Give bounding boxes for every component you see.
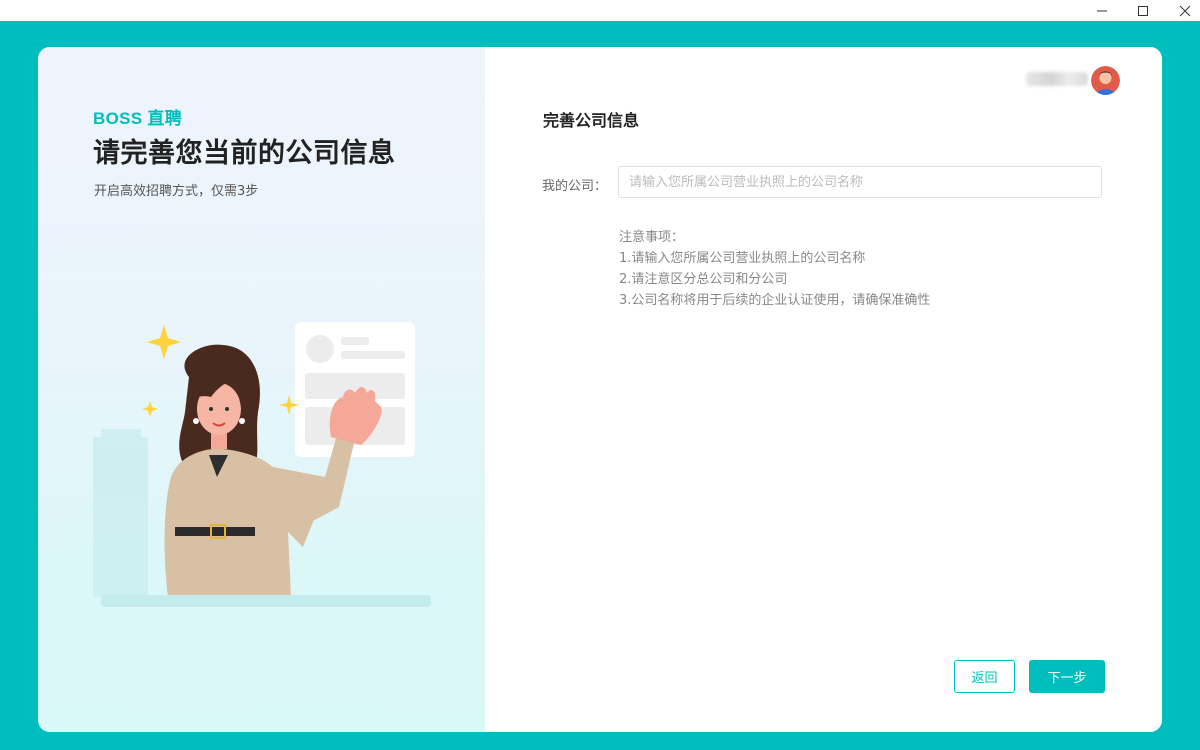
company-name-input[interactable] [618,166,1102,198]
brand-logo: BOSS 直聘 [93,109,183,128]
user-avatar-icon[interactable] [1091,66,1120,95]
maximize-button[interactable] [1123,0,1163,21]
note-item: 3.公司名称将用于后续的企业认证使用，请确保准确性 [619,293,931,308]
close-button[interactable] [1165,0,1200,21]
company-field-label: 我的公司： [542,179,608,194]
notes-section: 注意事项： 1.请输入您所属公司营业执照上的公司名称 2.请注意区分总公司和分公… [619,227,930,311]
back-button[interactable]: 返回 [954,660,1015,693]
window-titlebar [0,0,1200,21]
page-subtitle: 开启高效招聘方式，仅需3步 [94,184,259,199]
main-card: BOSS 直聘 请完善您当前的公司信息 开启高效招聘方式，仅需3步 完善公司信息… [38,47,1162,732]
notes-title: 注意事项： [619,230,685,245]
user-name-blurred [1026,72,1088,86]
close-icon [1179,5,1191,16]
note-item: 2.请注意区分总公司和分公司 [619,272,788,287]
left-panel: BOSS 直聘 请完善您当前的公司信息 开启高效招聘方式，仅需3步 [38,47,485,732]
note-item: 1.请输入您所属公司营业执照上的公司名称 [619,251,866,266]
page-headline: 请完善您当前的公司信息 [93,138,396,169]
minimize-button[interactable] [1082,0,1122,21]
right-panel: 完善公司信息 我的公司： 注意事项： 1.请输入您所属公司营业执照上的公司名称 … [485,47,1162,732]
form-title: 完善公司信息 [543,111,640,130]
woman-waving-illustration [93,322,431,607]
maximize-icon [1138,5,1148,16]
minimize-icon [1097,10,1107,11]
next-step-button[interactable]: 下一步 [1029,660,1105,693]
